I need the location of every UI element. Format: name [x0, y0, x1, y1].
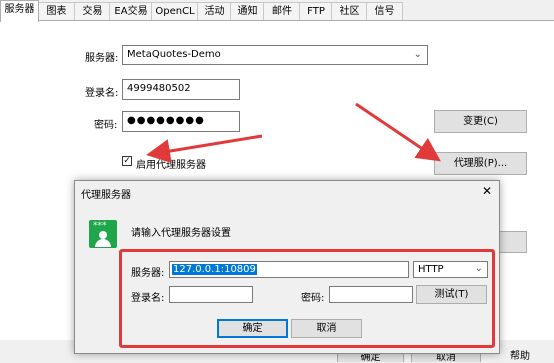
- tab-label: 邮件: [272, 6, 292, 17]
- tab-label: 社区: [339, 6, 360, 17]
- tab-trade[interactable]: 交易: [74, 2, 111, 21]
- login-value: 4999480502: [127, 83, 191, 94]
- tab-label: 信号: [374, 6, 395, 17]
- tab-email[interactable]: 邮件: [263, 2, 301, 21]
- icon-stars: ***: [93, 221, 107, 231]
- dialog-cancel-label: 取消: [316, 323, 337, 334]
- user-icon: ***: [89, 220, 117, 248]
- tab-label: OpenCL: [155, 6, 195, 17]
- tab-ftp[interactable]: FTP: [299, 2, 333, 21]
- proxy-type-value: HTTP: [418, 264, 444, 275]
- proxy-checkbox-label: 启用代理服务器: [136, 160, 206, 171]
- proxy-type-select[interactable]: HTTP ⌄: [413, 261, 488, 278]
- close-icon[interactable]: ✕: [482, 184, 492, 198]
- tab-signals[interactable]: 信号: [366, 2, 403, 21]
- password-field[interactable]: ●●●●●●●●: [122, 111, 240, 132]
- icon-head: [99, 231, 107, 239]
- proxy-button-label: 代理服(P)...: [453, 158, 508, 169]
- tab-label: 通知: [237, 6, 258, 17]
- tab-opencl[interactable]: OpenCL: [151, 2, 199, 21]
- dialog-cancel-button[interactable]: 取消: [291, 319, 362, 338]
- proxy-server-input[interactable]: 127.0.0.1:10809: [169, 261, 409, 278]
- dialog-prompt: 请输入代理服务器设置: [131, 228, 231, 239]
- test-button[interactable]: 测试(T): [416, 285, 487, 304]
- tab-community[interactable]: 社区: [331, 2, 368, 21]
- change-button[interactable]: 变更(C): [434, 110, 527, 133]
- login-label: 登录名:: [85, 88, 119, 99]
- tab-label: FTP: [307, 6, 325, 17]
- change-button-label: 变更(C): [463, 116, 498, 127]
- proxy-checkbox[interactable]: ✓: [122, 156, 132, 166]
- tab-label: EA交易: [114, 6, 148, 17]
- tab-charts[interactable]: 图表: [37, 2, 76, 21]
- checkmark-icon: ✓: [123, 156, 131, 166]
- tab-label: 交易: [82, 6, 103, 17]
- dialog-ok-label: 确定: [242, 323, 263, 334]
- help-button[interactable]: 帮助: [510, 347, 530, 362]
- tab-label: 服务器: [4, 4, 35, 15]
- server-label: 服务器:: [85, 53, 119, 64]
- proxy-dialog: 代理服务器 ✕ *** 请输入代理服务器设置 服务器: 127.0.0.1:10…: [74, 180, 500, 354]
- tab-notifications[interactable]: 通知: [230, 2, 265, 21]
- proxy-server-value: 127.0.0.1:10809: [172, 264, 257, 275]
- test-button-label: 测试(T): [434, 289, 469, 300]
- password-label: 密码:: [94, 120, 118, 131]
- proxy-password-label: 密码:: [301, 293, 325, 304]
- server-select[interactable]: MetaQuotes-Demo ⌄: [122, 45, 428, 65]
- tab-server[interactable]: 服务器: [0, 0, 39, 22]
- icon-body: [95, 239, 111, 247]
- password-value: ●●●●●●●●: [127, 115, 205, 126]
- dialog-title: 代理服务器: [81, 190, 131, 201]
- tab-label: 图表: [46, 6, 67, 17]
- proxy-password-input[interactable]: [329, 286, 413, 303]
- login-field[interactable]: 4999480502: [122, 79, 240, 100]
- proxy-server-label: 服务器:: [131, 268, 165, 279]
- server-value: MetaQuotes-Demo: [127, 49, 221, 60]
- tab-label: 活动: [204, 6, 225, 17]
- proxy-button[interactable]: 代理服(P)...: [434, 152, 527, 175]
- proxy-login-input[interactable]: [169, 286, 253, 303]
- tab-expert-advisors[interactable]: EA交易: [109, 2, 153, 21]
- chevron-down-icon: ⌄: [474, 263, 483, 274]
- dialog-ok-button[interactable]: 确定: [217, 319, 288, 338]
- chevron-down-icon: ⌄: [413, 49, 422, 60]
- tab-events[interactable]: 活动: [197, 2, 232, 21]
- hidden-button[interactable]: [497, 231, 527, 253]
- proxy-login-label: 登录名:: [131, 293, 165, 304]
